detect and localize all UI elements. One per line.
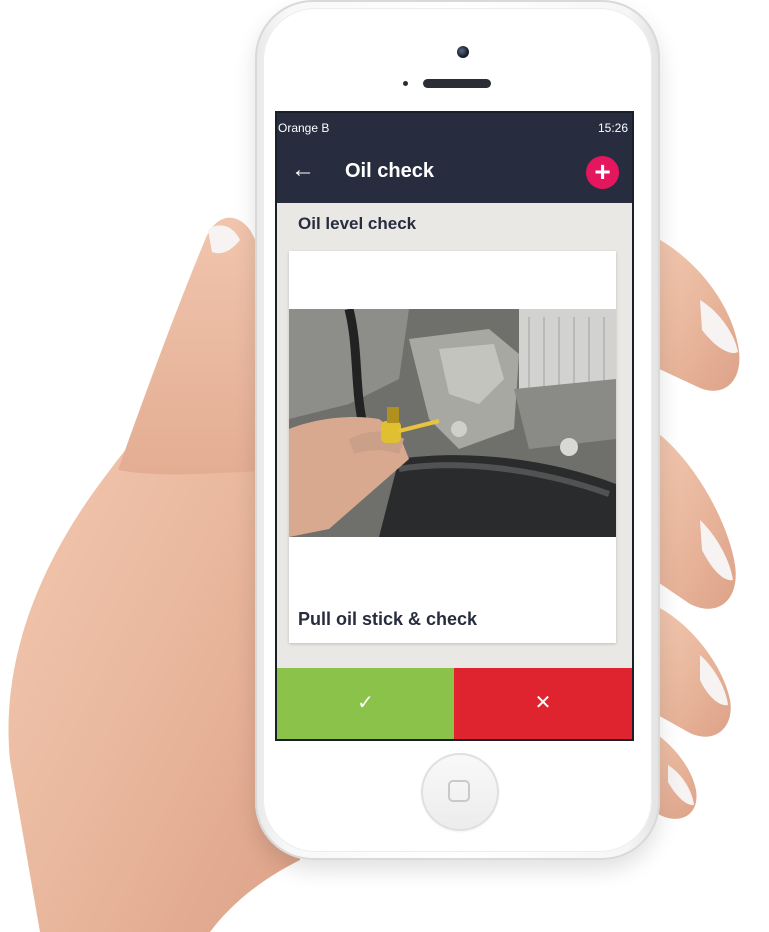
check-card: Pull oil stick & check xyxy=(289,251,616,643)
app-screen: Orange B 15:26 ← Oil check + Oil level c… xyxy=(277,113,632,739)
carrier-name: Orange B xyxy=(278,121,330,135)
confirm-button[interactable]: ✓ xyxy=(277,668,454,739)
home-square-icon xyxy=(448,780,470,802)
proximity-sensor xyxy=(403,81,408,86)
add-button[interactable]: + xyxy=(586,156,619,189)
cross-icon: ✕ xyxy=(534,692,552,714)
checkmark-icon: ✓ xyxy=(357,692,374,714)
reject-button[interactable]: ✕ xyxy=(454,668,632,739)
earpiece-speaker xyxy=(423,79,491,88)
page-title: Oil check xyxy=(345,160,434,182)
app-bar: ← Oil check + xyxy=(277,141,632,203)
front-camera xyxy=(457,46,469,58)
card-caption: Pull oil stick & check xyxy=(298,609,478,629)
engine-oil-dipstick-photo xyxy=(289,309,616,537)
arrow-left-icon[interactable]: ← xyxy=(291,156,315,184)
plus-icon: + xyxy=(594,156,611,187)
status-time: 15:26 xyxy=(597,121,628,135)
home-button[interactable] xyxy=(421,753,499,831)
section-title: Oil level check xyxy=(298,214,417,233)
status-bar: Orange B 15:26 xyxy=(277,113,632,141)
